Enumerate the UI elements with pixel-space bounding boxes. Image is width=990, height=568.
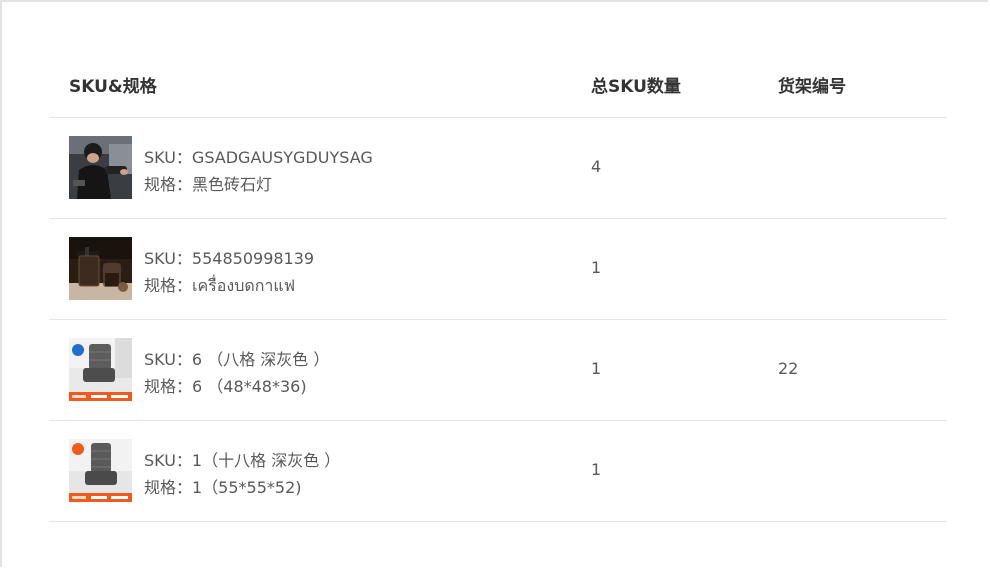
table-header: SKU&规格 总SKU数量 货架编号 <box>49 52 947 118</box>
header-shelf-no: 货架编号 <box>778 77 846 97</box>
sku-code: SKU：1（十八格 深灰色 ） <box>144 451 341 470</box>
sku-spec-cell: SKU：6 （八格 深灰色 ） 规格：6 （48*48*36) <box>144 346 329 400</box>
sku-spec-cell: SKU：GSADGAUSYGDUYSAG 规格：黑色砖石灯 <box>144 144 373 198</box>
table-row: SKU：GSADGAUSYGDUYSAG 规格：黑色砖石灯 4 <box>49 118 947 219</box>
qty-value: 1 <box>591 258 602 277</box>
qty-value: 1 <box>591 359 602 378</box>
spec-text: 规格：6 （48*48*36) <box>144 377 307 396</box>
qty-value: 4 <box>591 157 602 176</box>
sku-code: SKU：554850998139 <box>144 249 315 268</box>
sku-spec-cell: SKU：1（十八格 深灰色 ） 规格：1（55*55*52) <box>144 447 340 501</box>
sku-code: SKU：GSADGAUSYGDUYSAG <box>144 148 373 167</box>
spec-text: 规格：1（55*55*52) <box>144 478 302 497</box>
floor-chair-photo-thumbnail[interactable] <box>69 439 132 502</box>
shelf-value: 22 <box>778 359 799 378</box>
header-sku-spec: SKU&规格 <box>69 77 157 97</box>
person-photo-thumbnail[interactable] <box>69 136 132 199</box>
table-row: SKU：554850998139 规格：เครื่องบดกาแฟ 1 <box>49 219 947 320</box>
table-row: SKU：6 （八格 深灰色 ） 规格：6 （48*48*36) 1 22 <box>49 320 947 421</box>
sku-table: SKU&规格 总SKU数量 货架编号 SKU：GSADGAUSYGDUYSAG … <box>49 52 947 522</box>
sku-code: SKU：6 （八格 深灰色 ） <box>144 350 330 369</box>
sku-spec-cell: SKU：554850998139 规格：เครื่องบดกาแฟ <box>144 245 314 299</box>
floor-chair-photo-thumbnail[interactable] <box>69 338 132 401</box>
coffee-grinder-photo-thumbnail[interactable] <box>69 237 132 300</box>
qty-value: 1 <box>591 460 602 479</box>
spec-text: 规格：黑色砖石灯 <box>144 175 273 194</box>
spec-text: 规格：เครื่องบดกาแฟ <box>144 276 296 295</box>
table-row: SKU：1（十八格 深灰色 ） 规格：1（55*55*52) 1 <box>49 421 947 522</box>
header-total-qty: 总SKU数量 <box>591 77 681 97</box>
